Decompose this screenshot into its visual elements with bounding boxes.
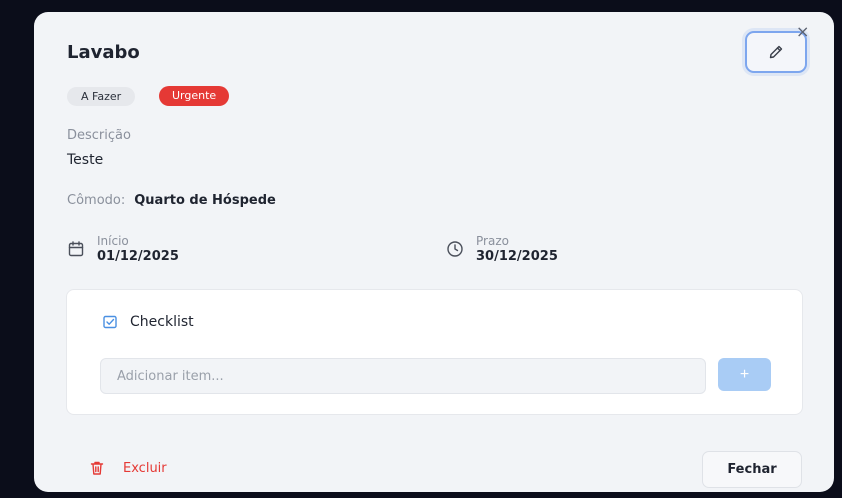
checklist-card: Checklist + xyxy=(66,289,803,415)
delete-label: Excluir xyxy=(123,460,167,476)
task-title: Lavabo xyxy=(67,42,140,63)
add-item-button[interactable]: + xyxy=(718,358,771,391)
room-value: Quarto de Hóspede xyxy=(134,193,276,208)
close-icon[interactable]: × xyxy=(796,24,809,40)
clock-icon xyxy=(446,240,464,258)
room-label: Cômodo: xyxy=(67,193,126,208)
status-badge: A Fazer xyxy=(67,87,136,106)
task-modal: Lavabo × A Fazer Urgente Descrição Teste… xyxy=(34,12,834,492)
start-label: Início xyxy=(97,234,129,248)
checklist-header: Checklist xyxy=(102,314,194,330)
due-date-block: Prazo 30/12/2025 xyxy=(446,234,558,264)
due-label: Prazo xyxy=(476,234,509,248)
calendar-icon xyxy=(67,240,85,258)
checklist-title: Checklist xyxy=(130,314,194,330)
description-label: Descrição xyxy=(67,128,131,143)
room-row: Cômodo: Quarto de Hóspede xyxy=(67,193,276,208)
description-value: Teste xyxy=(67,152,104,168)
start-date-block: Início 01/12/2025 xyxy=(67,234,179,264)
start-date-value: 01/12/2025 xyxy=(97,249,179,264)
delete-button[interactable]: Excluir xyxy=(89,460,167,476)
due-date-value: 30/12/2025 xyxy=(476,249,558,264)
pencil-icon xyxy=(768,44,784,60)
checkbox-icon xyxy=(102,314,118,330)
close-button[interactable]: Fechar xyxy=(702,451,802,488)
trash-icon xyxy=(89,460,105,476)
checklist-item-input[interactable] xyxy=(100,358,706,394)
priority-badge: Urgente xyxy=(159,86,230,106)
